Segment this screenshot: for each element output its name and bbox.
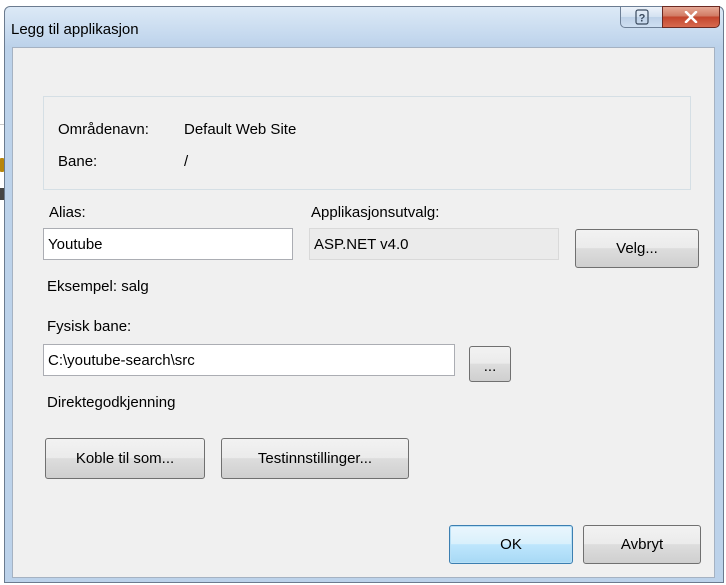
- dialog-client-area: Områdenavn: Default Web Site Bane: / Ali…: [12, 47, 715, 578]
- path-value: /: [184, 153, 189, 170]
- close-button[interactable]: [662, 6, 720, 28]
- svg-text:?: ?: [638, 13, 645, 25]
- path-label: Bane:: [58, 153, 98, 170]
- physical-path-input[interactable]: [43, 344, 455, 376]
- physical-path-label: Fysisk bane:: [47, 318, 132, 335]
- add-application-dialog: Legg til applikasjon ? Områdenavn: Defau…: [4, 6, 724, 583]
- browse-path-button[interactable]: ...: [469, 346, 511, 382]
- select-app-pool-button[interactable]: Velg...: [575, 229, 699, 268]
- alias-example-text: Eksempel: salg: [47, 278, 149, 295]
- app-pool-label: Applikasjonsutvalg:: [311, 204, 440, 221]
- question-icon: ?: [634, 9, 649, 25]
- title-bar[interactable]: Legg til applikasjon ?: [5, 6, 723, 47]
- dialog-title: Legg til applikasjon: [11, 21, 139, 38]
- pass-through-auth-label: Direktegodkjenning: [47, 394, 176, 411]
- cancel-button[interactable]: Avbryt: [583, 525, 701, 564]
- help-button[interactable]: ?: [620, 6, 662, 28]
- alias-label: Alias:: [49, 204, 86, 221]
- title-bar-buttons: ?: [620, 6, 720, 28]
- close-x-icon: [684, 11, 698, 23]
- alias-input[interactable]: [43, 228, 293, 260]
- site-info-panel: Områdenavn: Default Web Site Bane: /: [43, 96, 691, 190]
- screen: Legg til applikasjon ? Områdenavn: Defau…: [0, 0, 726, 585]
- site-name-label: Områdenavn:: [58, 121, 149, 138]
- connect-as-button[interactable]: Koble til som...: [45, 438, 205, 479]
- test-settings-button[interactable]: Testinnstillinger...: [221, 438, 409, 479]
- ok-button[interactable]: OK: [449, 525, 573, 564]
- site-name-value: Default Web Site: [184, 121, 297, 138]
- app-pool-field: [309, 228, 559, 260]
